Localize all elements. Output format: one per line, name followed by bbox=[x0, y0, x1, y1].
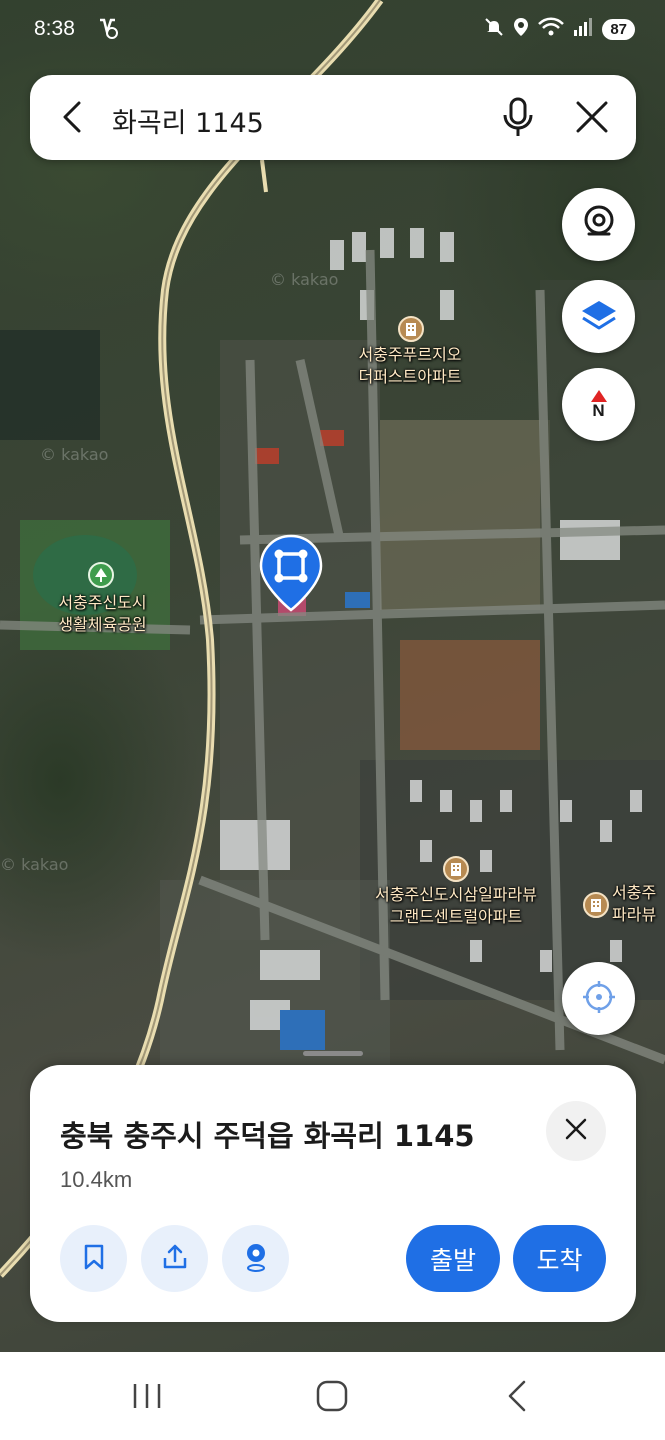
signal-icon bbox=[573, 17, 593, 41]
depart-button[interactable]: 출발 bbox=[406, 1225, 500, 1292]
status-icons: 87 bbox=[484, 17, 635, 41]
poi-label-line: 서충주신도시 bbox=[58, 593, 147, 612]
share-icon bbox=[161, 1243, 189, 1275]
apartment-icon[interactable] bbox=[398, 316, 424, 342]
compass-button[interactable]: N bbox=[562, 368, 635, 441]
poi-label[interactable]: 서충주 파라뷰 bbox=[612, 882, 665, 926]
system-nav-bar bbox=[0, 1352, 665, 1440]
microphone-icon[interactable] bbox=[494, 93, 542, 141]
arrive-label: 도착 bbox=[536, 1245, 583, 1275]
bookmark-icon bbox=[83, 1244, 105, 1274]
arrive-button[interactable]: 도착 bbox=[513, 1225, 606, 1292]
home-icon[interactable] bbox=[310, 1374, 354, 1418]
pin-icon bbox=[244, 1242, 268, 1276]
current-location-icon bbox=[581, 979, 617, 1019]
save-place-button[interactable] bbox=[60, 1225, 127, 1292]
roadview-icon bbox=[581, 204, 617, 246]
poi-label-line: 생활체육공원 bbox=[58, 615, 147, 634]
search-bar[interactable]: 화곡리 1145 bbox=[30, 75, 636, 160]
battery-indicator: 87 bbox=[602, 18, 635, 40]
depart-label: 출발 bbox=[429, 1245, 476, 1275]
poi-label-line: 서충주푸르지오 bbox=[358, 345, 462, 364]
search-input[interactable]: 화곡리 1145 bbox=[112, 101, 264, 140]
current-location-button[interactable] bbox=[562, 962, 635, 1035]
layers-button[interactable] bbox=[562, 280, 635, 353]
tree-icon[interactable] bbox=[88, 562, 114, 588]
poi-label-line: 서충주신도시삼일파라뷰 bbox=[375, 885, 537, 904]
recent-apps-icon[interactable] bbox=[125, 1374, 169, 1418]
compass-label: N bbox=[592, 400, 605, 420]
place-detail-sheet[interactable]: 충북 충주시 주덕읍 화곡리 1145 10.4km 출발 도착 bbox=[30, 1051, 636, 1322]
notification-off-icon bbox=[484, 17, 504, 41]
poi-label-line: 서충주 bbox=[612, 883, 657, 902]
close-icon[interactable] bbox=[568, 93, 616, 141]
roadview-button[interactable] bbox=[562, 188, 635, 261]
compass-icon: N bbox=[590, 389, 607, 420]
wifi-icon bbox=[538, 17, 565, 41]
place-address-title: 충북 충주시 주덕읍 화곡리 1145 bbox=[60, 1119, 475, 1153]
back-arrow-icon[interactable] bbox=[52, 95, 96, 139]
poi-label-line: 그랜드센트럴아파트 bbox=[389, 907, 523, 926]
back-icon[interactable] bbox=[496, 1374, 540, 1418]
apartment-icon[interactable] bbox=[583, 892, 609, 918]
map-watermark: © kakao bbox=[40, 445, 109, 464]
poi-label-line: 파라뷰 bbox=[612, 905, 657, 924]
status-time: 8:38 bbox=[34, 17, 75, 40]
sheet-drag-handle[interactable] bbox=[303, 1051, 363, 1056]
share-button[interactable] bbox=[141, 1225, 208, 1292]
pin-place-button[interactable] bbox=[222, 1225, 289, 1292]
selected-place-marker[interactable] bbox=[258, 534, 324, 618]
close-icon bbox=[562, 1115, 590, 1147]
poi-label[interactable]: 서충주푸르지오 더퍼스트아파트 bbox=[340, 344, 480, 388]
apartment-icon[interactable] bbox=[443, 856, 469, 882]
place-distance: 10.4km bbox=[60, 1167, 133, 1192]
sheet-close-button[interactable] bbox=[546, 1101, 606, 1161]
location-icon bbox=[513, 17, 529, 41]
map-watermark: © kakao bbox=[0, 855, 69, 874]
layers-icon bbox=[579, 297, 619, 337]
poi-label[interactable]: 서충주신도시삼일파라뷰 그랜드센트럴아파트 bbox=[356, 884, 556, 928]
status-bar: 8:38 87 bbox=[0, 0, 665, 60]
download-icon bbox=[96, 18, 120, 44]
poi-label-line: 더퍼스트아파트 bbox=[358, 367, 462, 386]
poi-label[interactable]: 서충주신도시 생활체육공원 bbox=[30, 592, 175, 636]
map-watermark: © kakao bbox=[270, 270, 339, 289]
